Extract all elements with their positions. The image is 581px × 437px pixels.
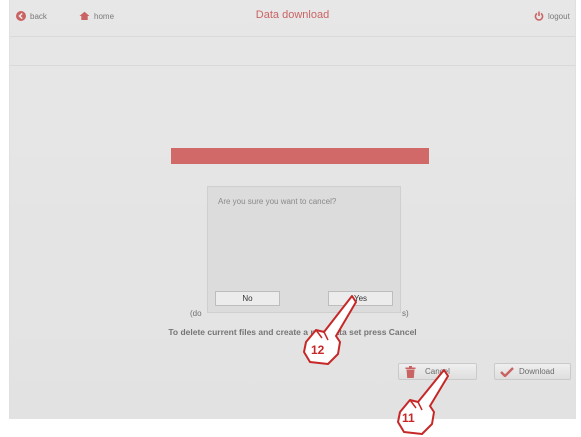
dialog-message: Are you sure you want to cancel? bbox=[218, 197, 337, 206]
step-11-label: 11 bbox=[402, 411, 415, 425]
step-12-label: 12 bbox=[311, 343, 325, 357]
tap-hand-icon bbox=[303, 295, 357, 365]
tap-hand-icon bbox=[397, 369, 449, 435]
no-button[interactable]: No bbox=[215, 291, 280, 306]
app-screen: back home Data download logout (do s) To… bbox=[9, 0, 576, 435]
